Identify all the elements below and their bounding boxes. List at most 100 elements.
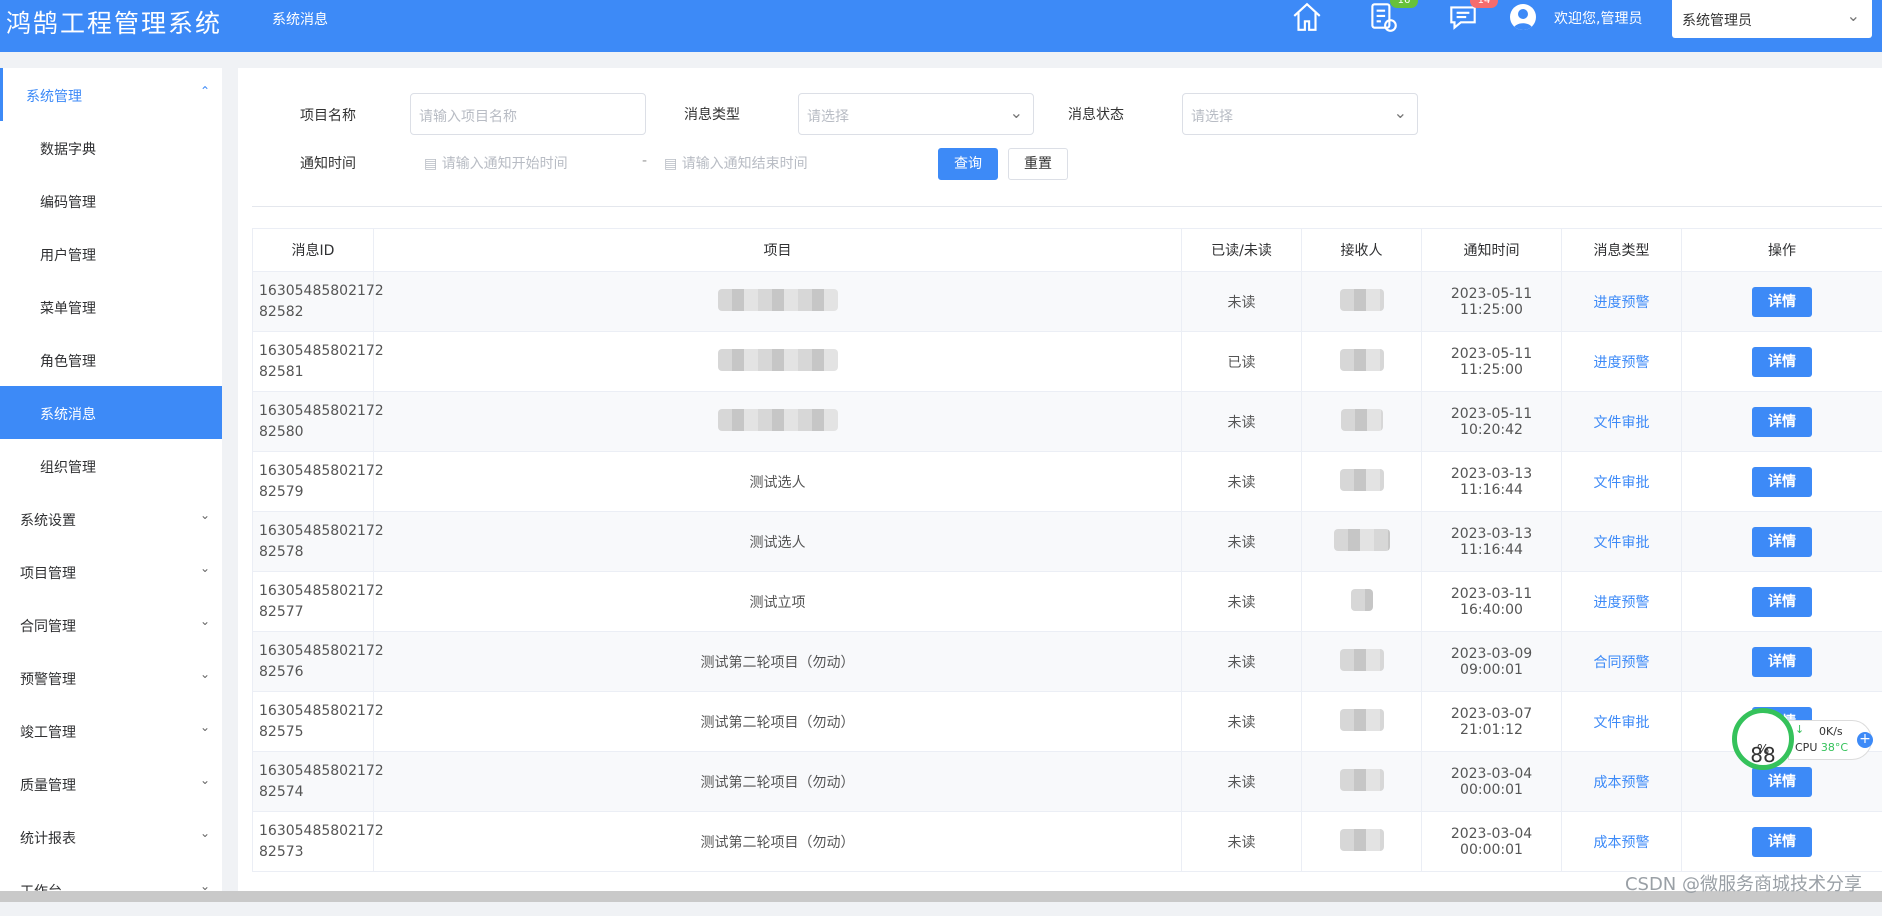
table-row: 1630548580217282580未读2023-05-11 10:20:42… (253, 392, 1882, 452)
sidebar-item-label: 数据字典 (40, 139, 96, 159)
message-id-part: 82579 (259, 484, 304, 500)
project-name-input[interactable]: 请输入项目名称 (410, 93, 646, 135)
detail-button[interactable]: 详情 (1752, 647, 1812, 677)
message-icon[interactable]: 14 (1446, 0, 1486, 36)
message-id-cell: 1630548580217282578 (253, 512, 374, 572)
filter-divider (252, 206, 1882, 207)
redacted-receiver (1340, 649, 1384, 671)
plus-icon[interactable]: + (1857, 732, 1873, 748)
table-row: 1630548580217282579测试选人未读2023-03-13 11:1… (253, 452, 1882, 512)
sidebar-group-statistics-reports[interactable]: 统计报表 ⌄ (0, 810, 222, 863)
chevron-down-icon: ⌄ (200, 614, 210, 628)
message-status-select[interactable]: 请选择 ⌄ (1182, 93, 1418, 135)
notify-end-input[interactable]: ▤ 请输入通知结束时间 (664, 153, 808, 173)
sidebar-group-completion-management[interactable]: 竣工管理 ⌄ (0, 704, 222, 757)
sidebar-group-warning-management[interactable]: 预警管理 ⌄ (0, 651, 222, 704)
message-type-cell: 进度预警 (1562, 332, 1682, 392)
column-header-project[interactable]: 项目 (374, 229, 1182, 272)
system-monitor-widget[interactable]: ↓ 0K/s CPU 38°C + 88% (1732, 708, 1882, 770)
read-status-cell: 未读 (1182, 272, 1302, 332)
project-cell (374, 272, 1182, 332)
column-header-read-status[interactable]: 已读/未读 (1182, 229, 1302, 272)
message-type-link[interactable]: 文件审批 (1594, 415, 1650, 431)
message-type-link[interactable]: 成本预警 (1594, 775, 1650, 791)
sidebar-item-system-messages[interactable]: 系统消息 (0, 386, 222, 439)
column-header-message-id[interactable]: 消息ID (253, 229, 374, 272)
detail-button[interactable]: 详情 (1752, 827, 1812, 857)
receiver-cell (1302, 752, 1422, 812)
sidebar-item-org-management[interactable]: 组织管理 (0, 439, 222, 492)
project-cell (374, 332, 1182, 392)
detail-button[interactable]: 详情 (1752, 467, 1812, 497)
message-id-part: 16305485802172 (259, 463, 384, 479)
message-id-part: 16305485802172 (259, 823, 384, 839)
column-header-notify-time[interactable]: 通知时间 (1422, 229, 1562, 272)
notify-start-input[interactable]: ▤ 请输入通知开始时间 (424, 153, 568, 173)
project-cell: 测试第二轮项目（勿动） (374, 632, 1182, 692)
chevron-down-icon: ⌄ (200, 773, 210, 787)
sidebar-group-label: 预警管理 (20, 669, 76, 689)
redacted-receiver (1351, 589, 1373, 611)
user-avatar[interactable] (1510, 4, 1536, 30)
read-status-cell: 未读 (1182, 692, 1302, 752)
column-header-receiver[interactable]: 接收人 (1302, 229, 1422, 272)
read-status-cell: 未读 (1182, 512, 1302, 572)
detail-button[interactable]: 详情 (1752, 527, 1812, 557)
sidebar-item-user-management[interactable]: 用户管理 (0, 227, 222, 280)
sidebar-group-label: 质量管理 (20, 775, 76, 795)
sidebar-item-menu-management[interactable]: 菜单管理 (0, 280, 222, 333)
message-type-link[interactable]: 文件审批 (1594, 475, 1650, 491)
column-header-message-type[interactable]: 消息类型 (1562, 229, 1682, 272)
notify-time-label: 通知时间 (300, 153, 356, 173)
table-row: 1630548580217282574测试第二轮项目（勿动）未读2023-03-… (253, 752, 1882, 812)
sidebar-group-project-management[interactable]: 项目管理 ⌄ (0, 545, 222, 598)
app-title: 鸿鹄工程管理系统 (6, 4, 222, 40)
sidebar-item-role-management[interactable]: 角色管理 (0, 333, 222, 386)
message-type-link[interactable]: 文件审批 (1594, 535, 1650, 551)
detail-button[interactable]: 详情 (1752, 347, 1812, 377)
message-id-part: 82576 (259, 664, 304, 680)
message-type-select[interactable]: 请选择 ⌄ (798, 93, 1034, 135)
detail-button[interactable]: 详情 (1752, 287, 1812, 317)
role-select[interactable]: 系统管理员 ⌄ (1672, 0, 1872, 38)
sidebar-item-code-management[interactable]: 编码管理 (0, 174, 222, 227)
task-list-icon[interactable]: 16 (1366, 0, 1406, 36)
receiver-cell (1302, 392, 1422, 452)
sidebar-group-workbench[interactable]: 工作台 ⌄ (0, 863, 222, 916)
cpu-temperature: 38°C (1821, 741, 1848, 754)
chevron-down-icon: ⌄ (200, 667, 210, 681)
sidebar-group-system-management[interactable]: 系统管理 ⌃ (0, 68, 222, 121)
chevron-down-icon: ⌄ (200, 508, 210, 522)
message-type-link[interactable]: 进度预警 (1594, 355, 1650, 371)
message-type-link[interactable]: 成本预警 (1594, 835, 1650, 851)
detail-button[interactable]: 详情 (1752, 407, 1812, 437)
message-type-cell: 文件审批 (1562, 452, 1682, 512)
message-table: 消息ID 项目 已读/未读 接收人 通知时间 消息类型 操作 163054858… (252, 228, 1882, 872)
project-cell (374, 392, 1182, 452)
horizontal-scrollbar[interactable] (0, 891, 1882, 902)
message-id-part: 16305485802172 (259, 523, 384, 539)
sidebar-item-data-dictionary[interactable]: 数据字典 (0, 121, 222, 174)
receiver-cell (1302, 512, 1422, 572)
sidebar-group-contract-management[interactable]: 合同管理 ⌄ (0, 598, 222, 651)
actions-cell: 详情 (1682, 272, 1882, 332)
reset-button[interactable]: 重置 (1008, 148, 1068, 180)
detail-button[interactable]: 详情 (1752, 767, 1812, 797)
message-id-part: 82581 (259, 364, 304, 380)
message-type-link[interactable]: 进度预警 (1594, 295, 1650, 311)
detail-button[interactable]: 详情 (1752, 587, 1812, 617)
sidebar-group-quality-management[interactable]: 质量管理 ⌄ (0, 757, 222, 810)
redacted-receiver (1340, 829, 1384, 851)
message-type-link[interactable]: 进度预警 (1594, 595, 1650, 611)
message-id-cell: 1630548580217282575 (253, 692, 374, 752)
message-type-link[interactable]: 合同预警 (1594, 655, 1650, 671)
sidebar-group-system-settings[interactable]: 系统设置 ⌄ (0, 492, 222, 545)
actions-cell: 详情 (1682, 632, 1882, 692)
home-icon[interactable] (1290, 0, 1330, 36)
query-button[interactable]: 查询 (938, 148, 998, 180)
notify-time-cell: 2023-03-13 11:16:44 (1422, 452, 1562, 512)
sidebar-group-label: 统计报表 (20, 828, 76, 848)
message-type-link[interactable]: 文件审批 (1594, 715, 1650, 731)
message-status-placeholder: 请选择 (1191, 109, 1233, 125)
current-page-tag[interactable]: 系统消息 (272, 9, 328, 29)
